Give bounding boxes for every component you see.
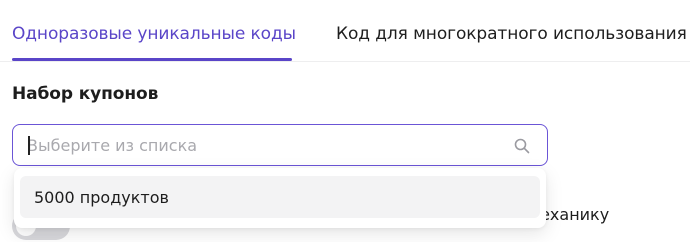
coupon-set-select[interactable] <box>12 124 548 166</box>
dropdown-option[interactable]: 5000 продуктов <box>20 176 540 218</box>
coupon-set-label: Набор купонов <box>12 84 159 104</box>
coupon-set-dropdown: 5000 продуктов <box>14 168 546 228</box>
tab-reusable-code[interactable]: Код для многократного использования <box>336 14 687 54</box>
coupon-settings-panel: Одноразовые уникальные коды Код для мног… <box>0 0 690 242</box>
text-caret <box>28 136 30 155</box>
tabs-bar: Одноразовые уникальные коды Код для мног… <box>0 0 690 62</box>
tab-one-time-unique-codes[interactable]: Одноразовые уникальные коды <box>12 14 296 54</box>
active-tab-indicator <box>12 58 292 61</box>
coupon-set-search-input[interactable] <box>27 135 507 155</box>
search-icon[interactable] <box>513 137 531 155</box>
